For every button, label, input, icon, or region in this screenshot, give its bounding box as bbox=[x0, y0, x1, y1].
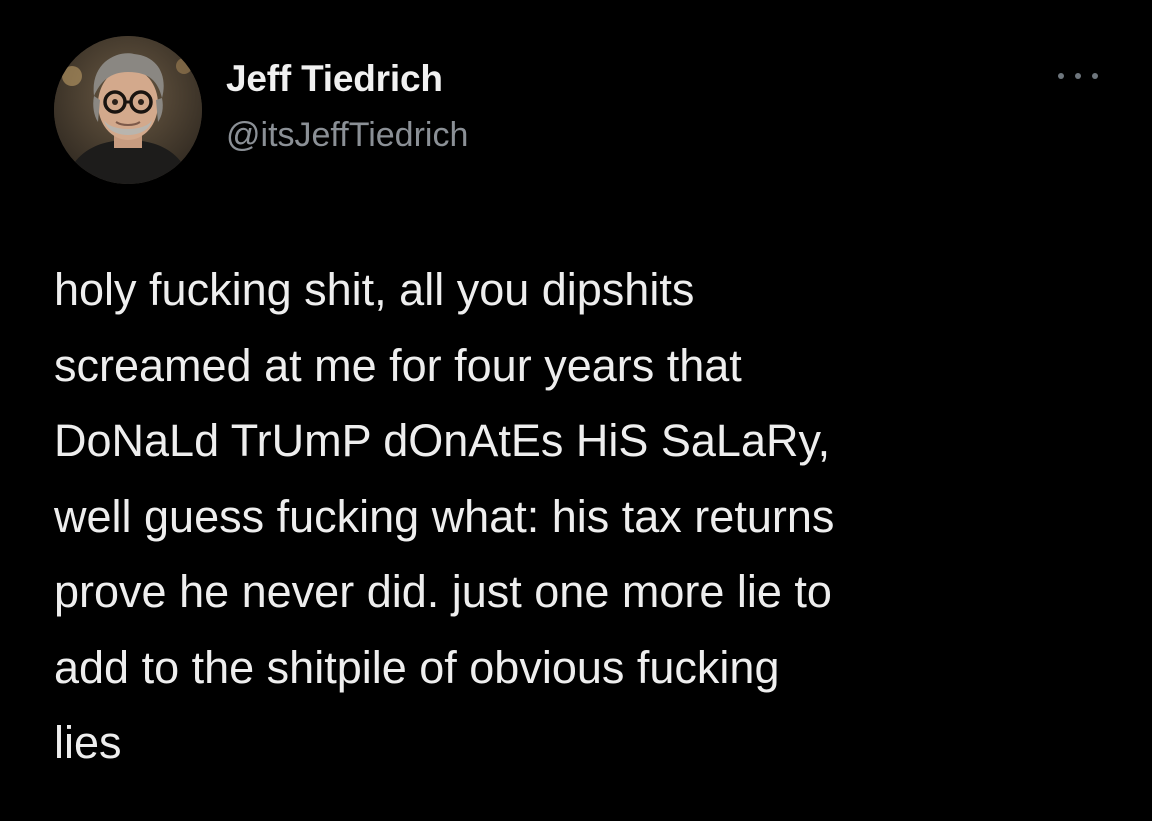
tweet-text-line: lies bbox=[54, 717, 122, 768]
author-display-name[interactable]: Jeff Tiedrich bbox=[226, 58, 443, 100]
tweet-text-line: DoNaLd TrUmP dOnAtEs HiS SaLaRy, bbox=[54, 415, 831, 466]
tweet-card: Jeff Tiedrich @itsJeffTiedrich holy fuck… bbox=[0, 0, 1152, 821]
more-dot bbox=[1075, 73, 1081, 79]
profile-photo-icon bbox=[54, 36, 202, 184]
avatar[interactable] bbox=[54, 36, 202, 184]
tweet-text-line: holy fucking shit, all you dipshits bbox=[54, 264, 695, 315]
tweet-text-line: add to the shitpile of obvious fucking bbox=[54, 641, 780, 693]
more-dot bbox=[1058, 73, 1064, 79]
tweet-text: holy fucking shit, all you dipshits scre… bbox=[54, 252, 1134, 781]
tweet-text-line: prove he never did. just one more lie to bbox=[54, 566, 832, 617]
tweet-text-line: screamed at me for four years that bbox=[54, 339, 742, 391]
more-dot bbox=[1092, 73, 1098, 79]
tweet-text-line: well guess fucking what: his tax returns bbox=[54, 490, 835, 542]
more-options-icon[interactable] bbox=[1058, 66, 1098, 86]
author-handle[interactable]: @itsJeffTiedrich bbox=[226, 116, 468, 155]
